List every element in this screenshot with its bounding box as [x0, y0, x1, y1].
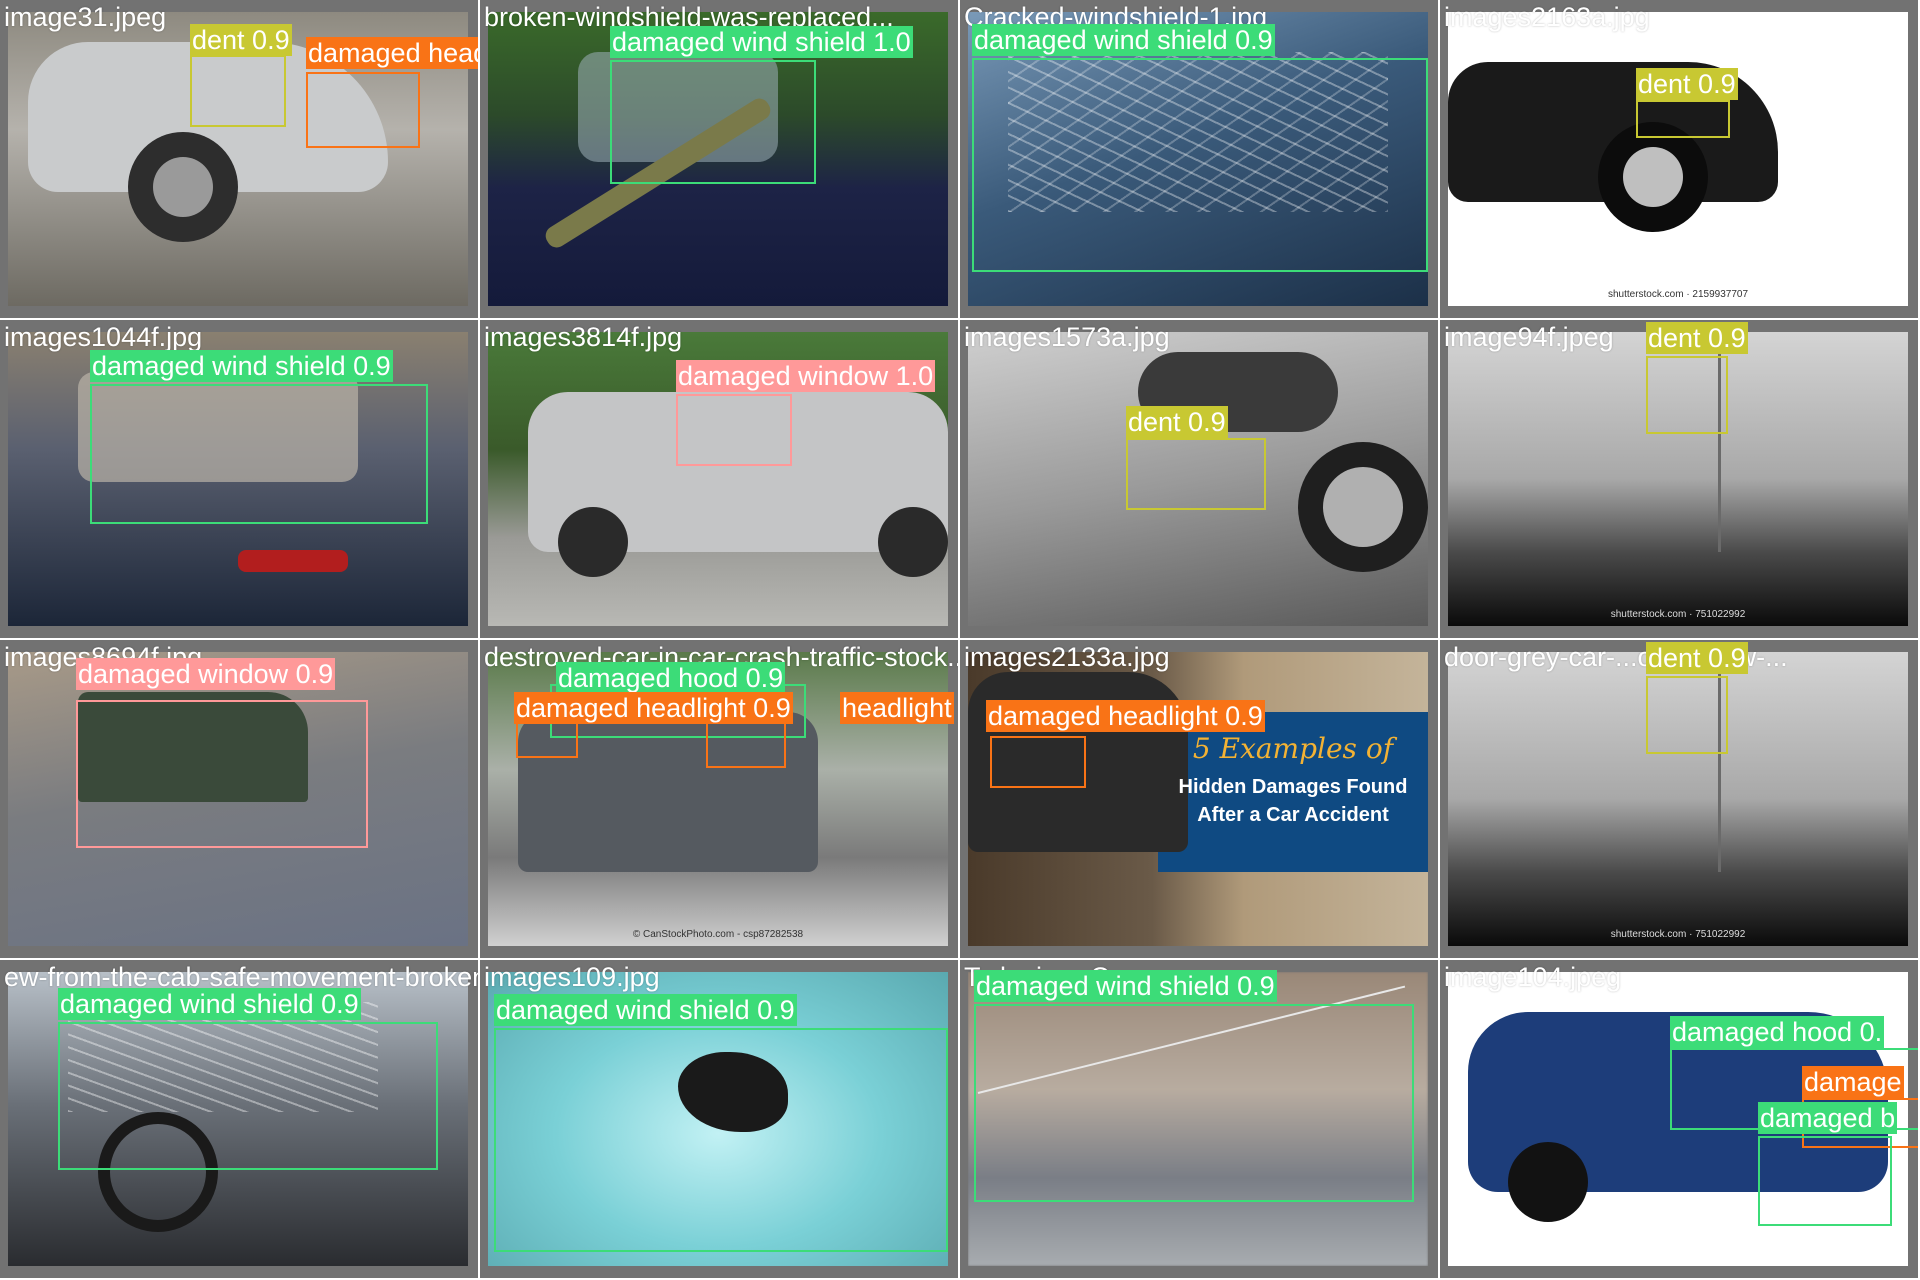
label-windshield: damaged wind shield 0.9: [58, 988, 361, 1020]
stock-watermark: shutterstock.com · 2159937707: [1607, 289, 1749, 300]
file-name: image104.jpeg: [1444, 962, 1622, 992]
promo-title: 5 Examples of: [1192, 732, 1394, 765]
tile-destroyed-car: © CanStockPhoto.com - csp87282538 destro…: [480, 640, 960, 960]
bbox-dent: [1646, 356, 1728, 434]
label-dent: dent 0.9: [1126, 406, 1228, 438]
tile-image31: image31.jpeg dent 0.9 damaged headlight …: [0, 0, 480, 320]
wheel-shape: [1508, 1142, 1588, 1222]
tile-images2163a: shutterstock.com · 2159937707 images2163…: [1440, 0, 1920, 320]
tile-images3814f: images3814f.jpg damaged window 1.0: [480, 320, 960, 640]
tile-image94f: shutterstock.com · 751022992 image94f.jp…: [1440, 320, 1920, 640]
label-headlight: damaged headlight 0.9: [514, 692, 793, 724]
detection-mosaic: image31.jpeg dent 0.9 damaged headlight …: [0, 0, 1920, 1280]
tile-images109: images109.jpg damaged wind shield 0.9: [480, 960, 960, 1280]
tile-cab-broken-window: ew-from-the-cab-safe-movement-broken... …: [0, 960, 480, 1280]
tile-images1573a: images1573a.jpg dent 0.9: [960, 320, 1440, 640]
tile-door-grey-car: shutterstock.com · 751022992 door-grey-c…: [1440, 640, 1920, 960]
tile-cracked-windshield: Cracked-windshield-1.jpg damaged wind sh…: [960, 0, 1440, 320]
file-name: images3814f.jpg: [484, 322, 683, 352]
promo-subtitle-2: After a Car Accident: [1197, 804, 1389, 826]
label-headlight: damage: [1802, 1066, 1904, 1098]
bbox-headlight: [306, 72, 420, 148]
photo: shutterstock.com · 2159937707: [1448, 12, 1908, 306]
stock-watermark: © CanStockPhoto.com - csp87282538: [632, 929, 804, 940]
bbox-headlight: [990, 736, 1086, 788]
bbox-windshield: [494, 1028, 948, 1252]
label-dent: dent 0.9: [1646, 642, 1748, 674]
bbox-windshield: [974, 1004, 1414, 1202]
tile-broken-windshield: broken-windshield-was-replaced... damage…: [480, 0, 960, 320]
bbox-dent: [190, 55, 286, 127]
bbox-windshield: [58, 1022, 438, 1170]
tile-images2133a: 5 Examples of Hidden Damages Found After…: [960, 640, 1440, 960]
promo-subtitle: Hidden Damages Found: [1178, 776, 1408, 798]
label-windshield: damaged wind shield 0.9: [972, 24, 1275, 56]
taillight-shape: [238, 550, 348, 572]
label-dent: dent 0.9: [1636, 68, 1738, 100]
file-name: images109.jpg: [484, 962, 660, 992]
rim-shape: [153, 157, 213, 217]
label-headlight: damaged headlight 0.9: [986, 700, 1265, 732]
label-windshield: damaged wind shield 1.0: [610, 26, 913, 58]
label-window: damaged window 0.9: [76, 658, 336, 690]
file-name: images1044f.jpg: [4, 322, 203, 352]
file-name: images1573a.jpg: [964, 322, 1170, 352]
wheel-shape: [558, 507, 628, 577]
tile-images8694f: images8694f.jpg damaged window 0.9: [0, 640, 480, 960]
label-headlight: damaged headlight 0.9: [306, 37, 478, 69]
rim-shape: [1623, 147, 1683, 207]
bbox-window: [76, 700, 368, 848]
bbox-window: [676, 394, 792, 466]
label-dent: dent 0.9: [190, 24, 292, 56]
label-bumper: damaged b: [1758, 1102, 1898, 1134]
label-hood: damaged hood 0.9: [556, 662, 786, 694]
stock-watermark: shutterstock.com · 751022992: [1610, 609, 1746, 620]
label-hood: damaged hood 0.: [1670, 1016, 1885, 1048]
bbox-bumper: [1758, 1136, 1892, 1226]
photo: 5 Examples of Hidden Damages Found After…: [968, 652, 1428, 946]
tile-image104: image104.jpeg damaged hood 0. damage dam…: [1440, 960, 1920, 1280]
label-headlight: headlight: [840, 692, 954, 724]
label-windshield: damaged wind shield 0.9: [90, 350, 393, 382]
bbox-windshield: [610, 60, 816, 184]
file-name: image31.jpeg: [4, 2, 167, 32]
wheel-shape: [878, 507, 948, 577]
bbox-windshield: [972, 58, 1428, 272]
file-name: images2163a.jpg: [1444, 2, 1650, 32]
label-windshield: damaged wind shield 0.9: [974, 970, 1277, 1002]
bbox-dent: [1126, 438, 1266, 510]
file-name: images2133a.jpg: [964, 642, 1170, 672]
bbox-windshield: [90, 384, 428, 524]
rim-shape: [1323, 467, 1403, 547]
label-dent: dent 0.9: [1646, 322, 1748, 354]
label-window: damaged window 1.0: [676, 360, 936, 392]
file-name: image94f.jpeg: [1444, 322, 1614, 352]
stock-watermark: shutterstock.com · 751022992: [1610, 929, 1746, 940]
bbox-dent: [1636, 100, 1730, 138]
tile-crack-in-car: T...ks-in-a-Car... damaged wind shield 0…: [960, 960, 1440, 1280]
label-windshield: damaged wind shield 0.9: [494, 994, 797, 1026]
tile-images1044f: images1044f.jpg damaged wind shield 0.9: [0, 320, 480, 640]
bbox-dent: [1646, 676, 1728, 754]
